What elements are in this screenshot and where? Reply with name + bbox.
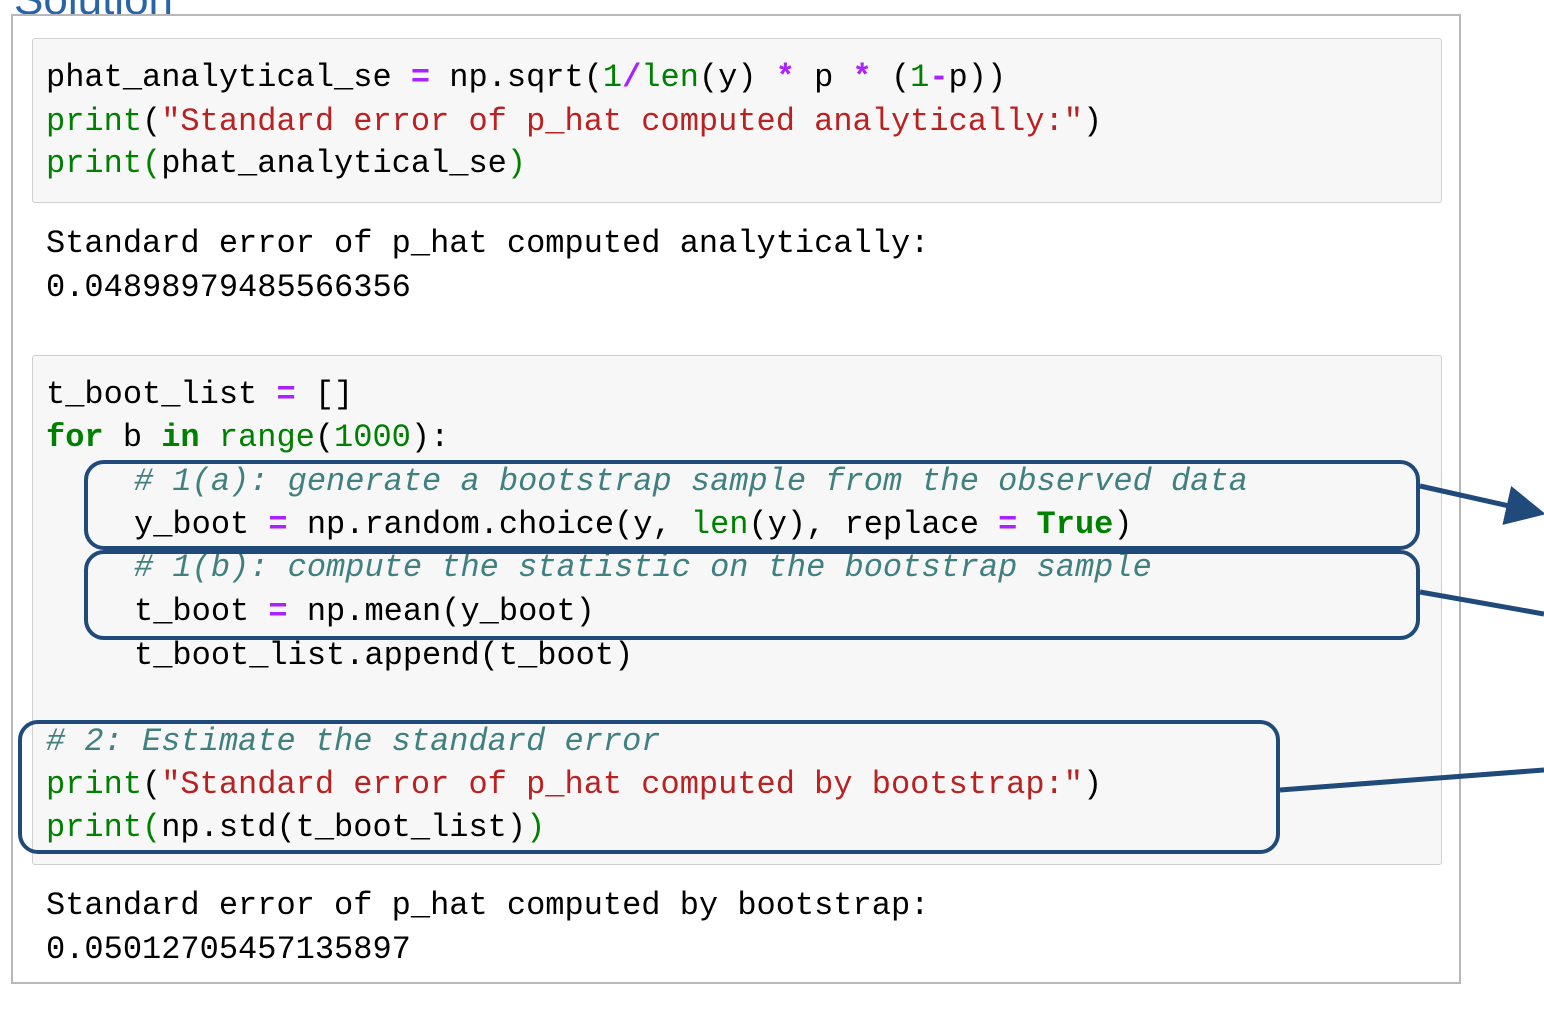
- arrow-line-2: [1279, 767, 1544, 793]
- arrow-line-1b: [1419, 589, 1544, 617]
- annotation-arrows: [1279, 483, 1544, 793]
- arrow-line-1a: [1419, 483, 1544, 525]
